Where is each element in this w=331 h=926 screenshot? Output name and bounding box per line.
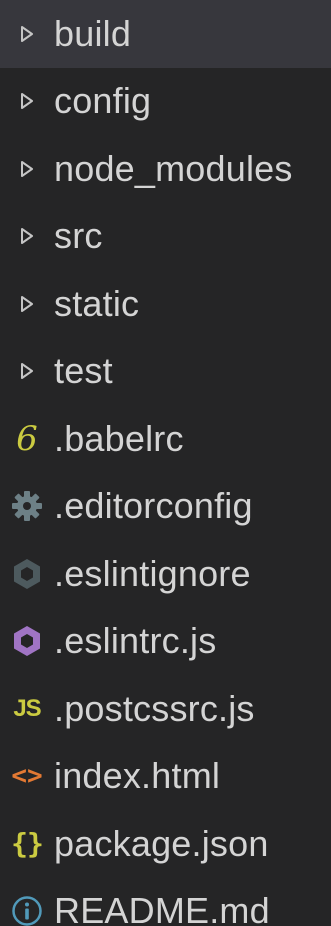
tree-item-label: index.html <box>54 755 221 797</box>
tree-item-babelrc[interactable]: 6 .babelrc <box>0 405 331 473</box>
html-icon: <> <box>11 761 43 792</box>
tree-item-package-json[interactable]: {} package.json <box>0 810 331 878</box>
chevron-right-icon <box>0 338 54 406</box>
tree-item-label: .postcssrc.js <box>54 687 255 729</box>
tree-item-config[interactable]: config <box>0 68 331 136</box>
tree-item-label: .editorconfig <box>54 485 253 527</box>
tree-item-label: package.json <box>54 822 269 864</box>
tree-item-eslintignore[interactable]: .eslintignore <box>0 540 331 608</box>
gear-icon <box>0 473 54 541</box>
babel-icon: 6 <box>16 418 38 459</box>
json-icon: {} <box>11 826 44 860</box>
tree-item-label: .eslintignore <box>54 552 251 594</box>
info-icon <box>0 878 54 926</box>
tree-item-label: node_modules <box>54 147 293 189</box>
tree-item-label: src <box>54 215 103 257</box>
tree-item-test[interactable]: test <box>0 338 331 406</box>
javascript-icon: JS <box>13 694 41 722</box>
tree-item-static[interactable]: static <box>0 270 331 338</box>
tree-item-label: static <box>54 282 140 324</box>
tree-item-editorconfig[interactable]: .editorconfig <box>0 473 331 541</box>
tree-item-label: test <box>54 350 113 392</box>
eslint-icon <box>0 608 54 676</box>
tree-item-readme[interactable]: README.md <box>0 878 331 926</box>
chevron-right-icon <box>0 0 54 68</box>
tree-item-label: .babelrc <box>54 417 184 459</box>
chevron-right-icon <box>0 270 54 338</box>
tree-item-label: .eslintrc.js <box>54 620 217 662</box>
tree-item-build[interactable]: build <box>0 0 331 68</box>
tree-item-label: config <box>54 80 152 122</box>
eslint-ignore-icon <box>0 540 54 608</box>
tree-item-node-modules[interactable]: node_modules <box>0 135 331 203</box>
file-explorer: build config node_modules src static tes… <box>0 0 331 926</box>
tree-item-postcssrc[interactable]: JS .postcssrc.js <box>0 675 331 743</box>
chevron-right-icon <box>0 203 54 271</box>
tree-item-eslintrc[interactable]: .eslintrc.js <box>0 608 331 676</box>
tree-item-src[interactable]: src <box>0 203 331 271</box>
chevron-right-icon <box>0 135 54 203</box>
chevron-right-icon <box>0 68 54 136</box>
tree-item-label: build <box>54 12 132 54</box>
tree-item-label: README.md <box>54 890 270 926</box>
tree-item-index-html[interactable]: <> index.html <box>0 743 331 811</box>
